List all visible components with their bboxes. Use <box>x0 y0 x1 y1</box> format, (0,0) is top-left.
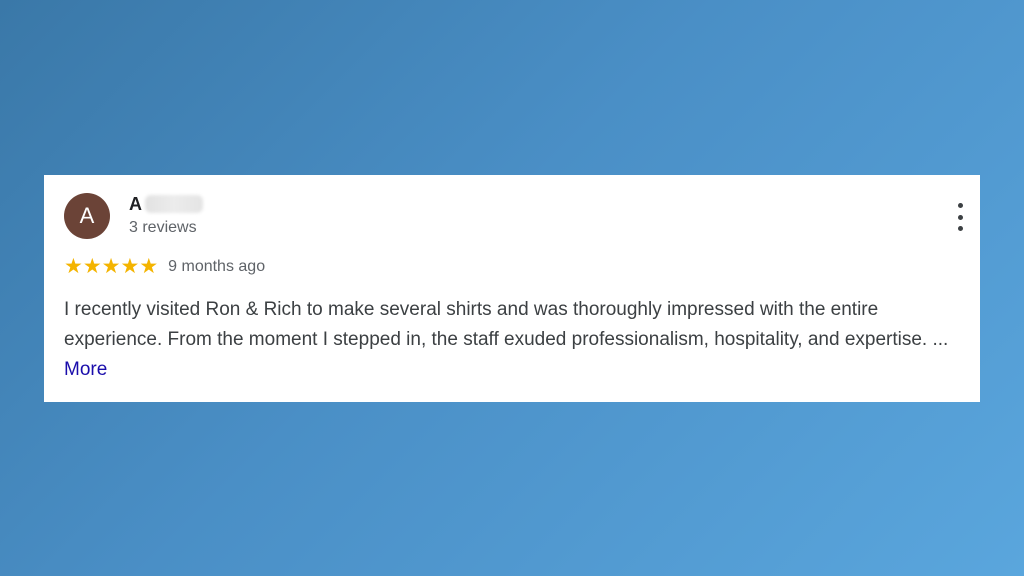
review-card: A A 3 reviews ★ ★ ★ ★ ★ 9 months ago I recen… <box>44 175 980 402</box>
review-count[interactable]: 3 reviews <box>129 219 203 237</box>
author-name[interactable]: A <box>129 194 142 215</box>
review-body: I recently visited Ron & Rich to make se… <box>64 299 949 350</box>
more-vert-icon-dot <box>957 214 963 220</box>
star-icon: ★ <box>120 255 140 278</box>
star-rating: ★ ★ ★ ★ ★ <box>64 256 158 278</box>
more-vert-icon <box>957 203 963 208</box>
more-link[interactable]: More <box>64 359 107 380</box>
review-text: I recently visited Ron & Rich to make se… <box>64 295 964 385</box>
name-redaction <box>145 195 203 213</box>
avatar-initial: A <box>79 203 95 228</box>
star-icon: ★ <box>82 255 102 278</box>
author-row: A <box>129 192 203 216</box>
author-block: A 3 reviews <box>129 192 203 237</box>
rating-row: ★ ★ ★ ★ ★ 9 months ago <box>64 256 265 278</box>
star-icon: ★ <box>64 255 83 278</box>
review-date: 9 months ago <box>168 258 266 275</box>
avatar[interactable]: A <box>64 193 110 239</box>
more-vert-icon-dot <box>957 226 963 231</box>
star-icon: ★ <box>101 255 121 278</box>
star-icon: ★ <box>139 255 159 278</box>
more-options-button[interactable] <box>954 203 966 231</box>
